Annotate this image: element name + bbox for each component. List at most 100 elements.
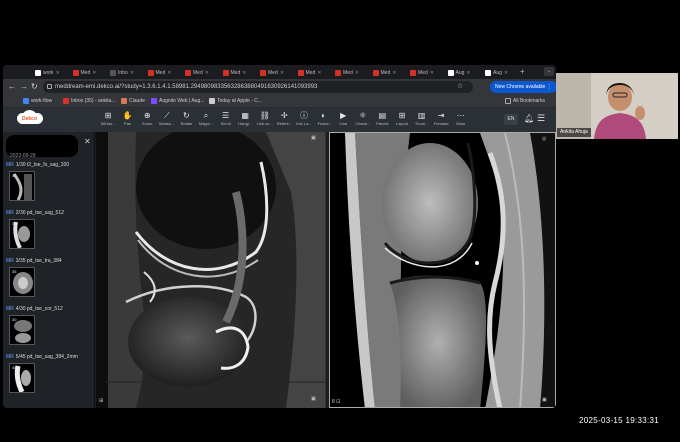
series-item[interactable]: MR 2/30 pd_tse_sag_512 30 xyxy=(6,210,92,256)
browser-tab[interactable]: Med ✕ xyxy=(372,68,409,78)
back-icon[interactable]: ← xyxy=(8,82,16,91)
tab-close-icon[interactable]: ✕ xyxy=(205,70,209,76)
browser-tab[interactable]: Med ✕ xyxy=(72,68,109,78)
tool-hanging-button[interactable]: ▦ Hangi... xyxy=(236,110,254,130)
tool-cine-button[interactable]: ▶ Cine xyxy=(334,110,352,130)
tool-fusion-button[interactable]: ◐ Fusion xyxy=(315,110,333,130)
tool-label: Forward xyxy=(433,121,449,126)
tool-measure-button[interactable]: ⟋ Measu... xyxy=(158,110,176,130)
site-info-icon[interactable] xyxy=(47,84,52,89)
tab-close-icon[interactable]: ✕ xyxy=(56,70,60,76)
tab-close-icon[interactable]: ✕ xyxy=(355,70,359,76)
settings-icon[interactable]: ☰ xyxy=(537,113,545,124)
tab-favicon-icon xyxy=(335,70,341,76)
tab-close-icon[interactable]: ✕ xyxy=(317,70,321,76)
tab-close-icon[interactable]: ✕ xyxy=(280,70,284,76)
bookmark-item[interactable]: Augnito Web | Aug... xyxy=(151,98,204,104)
tool-label: Pan xyxy=(124,121,132,126)
all-bookmarks-button[interactable]: All Bookmarks xyxy=(505,98,545,104)
tab-favicon-icon xyxy=(222,70,229,76)
close-sidebar-icon[interactable]: ✕ xyxy=(84,137,91,146)
reload-icon[interactable]: ↻ xyxy=(31,82,38,91)
bookmark-item[interactable]: Inbox (35) - ankita... xyxy=(63,98,115,104)
series-thumbnail[interactable]: 45 xyxy=(9,363,35,393)
browser-tab[interactable]: Med ✕ xyxy=(297,68,334,78)
browser-tab[interactable]: Med ✕ xyxy=(260,68,296,78)
new-chrome-available-button[interactable]: New Chrome available ⋮ xyxy=(490,81,556,93)
series-image-count: 30 xyxy=(12,317,17,322)
mri-image-t2-fs xyxy=(96,132,325,408)
tool-panels-button[interactable]: ▤ Panels xyxy=(373,110,391,130)
tab-close-icon[interactable]: ✕ xyxy=(504,70,508,76)
tool-layout-button[interactable]: ⊞ Layout xyxy=(393,110,411,130)
tab-search-icon[interactable]: ⌄ xyxy=(544,67,554,76)
tab-favicon-icon xyxy=(297,70,304,76)
tool-thumbnails-button[interactable]: ▥ Thum... xyxy=(413,110,431,130)
viewport-left-sagittal-t2-fs[interactable]: ⊞ ▣ ▣ xyxy=(96,132,326,408)
tab-label: Inbo xyxy=(118,70,128,76)
measure-icon: ⟋ xyxy=(163,111,170,120)
series-image-count: 30 xyxy=(12,173,17,178)
browser-tab[interactable]: Aug ✕ xyxy=(447,68,484,78)
tab-label: Med xyxy=(193,70,203,76)
browser-tab[interactable]: Inbo ✕ xyxy=(110,68,146,78)
series-thumbnail[interactable]: 30 xyxy=(9,219,35,249)
viewport2-options-icon[interactable]: ◎ xyxy=(542,136,546,142)
bookmark-item[interactable]: Today at Apple - C... xyxy=(209,98,262,104)
browser-tab[interactable]: Med ✕ xyxy=(335,68,371,78)
viewport2-slice-value: 8 xyxy=(332,399,335,405)
viewport2-menu-icon[interactable]: ▣ xyxy=(542,397,547,403)
series-item[interactable]: MR 4/30 pd_tse_cor_512 30 xyxy=(6,306,92,352)
tab-close-icon[interactable]: ✕ xyxy=(92,70,96,76)
new-tab-icon[interactable]: + xyxy=(520,67,525,76)
series-item[interactable]: MR 1/30 t2_tse_fs_sag_320 30 xyxy=(6,162,92,208)
tool-windows-button[interactable]: ⊞ Windo... xyxy=(99,110,117,130)
viewport-right-sagittal-pd[interactable]: 8 ⊡ ▣ ◎ xyxy=(329,132,556,408)
tool-forward-button[interactable]: ⇥ Forward xyxy=(432,110,450,130)
tab-favicon-icon xyxy=(147,70,154,76)
series-modality: MR xyxy=(6,306,14,312)
series-thumbnail[interactable]: 35 xyxy=(9,267,35,297)
series-item[interactable]: MR 5/45 pd_tse_sag_384_2mm 45 xyxy=(6,354,92,400)
viewport1-menu-icon[interactable]: ▣ xyxy=(311,396,316,402)
bookmark-star-icon[interactable]: ☆ xyxy=(457,82,463,90)
tab-close-icon[interactable]: ✕ xyxy=(242,70,246,76)
tool-scroll-button[interactable]: ☰ Scroll xyxy=(217,110,235,130)
url-input[interactable]: meddream-emi.dekco.ai/?study=1.3.6.1.4.1… xyxy=(43,81,473,93)
browser-tab[interactable]: Med ✕ xyxy=(410,68,446,78)
series-item[interactable]: MR 3/35 pd_tse_tra_384 35 xyxy=(6,258,92,304)
tab-close-icon[interactable]: ✕ xyxy=(130,70,134,76)
tool-link-scroll-button[interactable]: ⛓ Link sc... xyxy=(256,110,274,130)
viewport1-options-icon[interactable]: ▣ xyxy=(311,135,316,141)
language-selector[interactable]: EN xyxy=(504,114,518,125)
forward-icon[interactable]: → xyxy=(20,82,28,91)
tool-info-layer-button[interactable]: ⓘ Info La... xyxy=(295,110,313,130)
bookmark-item[interactable]: Claude xyxy=(121,98,145,104)
series-thumbnail[interactable]: 30 xyxy=(9,171,35,201)
tool-channels-button[interactable]: ⚛ Chann... xyxy=(354,110,372,130)
tool-pan-button[interactable]: ✋ Pan xyxy=(119,110,137,130)
tool-more-button[interactable]: ⋯ More xyxy=(452,110,470,130)
tab-close-icon[interactable]: ✕ xyxy=(167,70,171,76)
tab-label: Med xyxy=(230,70,241,76)
browser-tab[interactable]: Aug ✕ xyxy=(485,68,521,78)
tool-reference-button[interactable]: ✢ Refere... xyxy=(275,110,293,130)
browser-tab[interactable]: Med ✕ xyxy=(147,68,184,78)
tool-rotate-button[interactable]: ↻ Rotate xyxy=(177,110,195,130)
tool-label: Layout xyxy=(395,121,408,126)
tab-close-icon[interactable]: ✕ xyxy=(466,70,470,76)
series-modality: MR xyxy=(6,354,14,360)
browser-tab[interactable]: Med ✕ xyxy=(185,68,221,78)
tab-label: Med xyxy=(418,70,428,76)
browser-tab[interactable]: Med ✕ xyxy=(222,68,259,78)
bookmark-item[interactable]: work-flow xyxy=(23,98,52,104)
browser-tab[interactable]: work ✕ xyxy=(35,68,71,78)
series-thumbnail[interactable]: 30 xyxy=(9,315,35,345)
tab-close-icon[interactable]: ✕ xyxy=(430,70,434,76)
tool-zoom-button[interactable]: ⊕ Zoom xyxy=(138,110,156,130)
series-image-count: 45 xyxy=(12,365,17,370)
tool-magnify-button[interactable]: ⌕ Magni... xyxy=(197,110,215,130)
notification-bell-icon[interactable]: 🔔︎ xyxy=(524,114,534,123)
tab-close-icon[interactable]: ✕ xyxy=(392,70,396,76)
series-description: 4/30 pd_tse_cor_512 xyxy=(15,306,63,312)
